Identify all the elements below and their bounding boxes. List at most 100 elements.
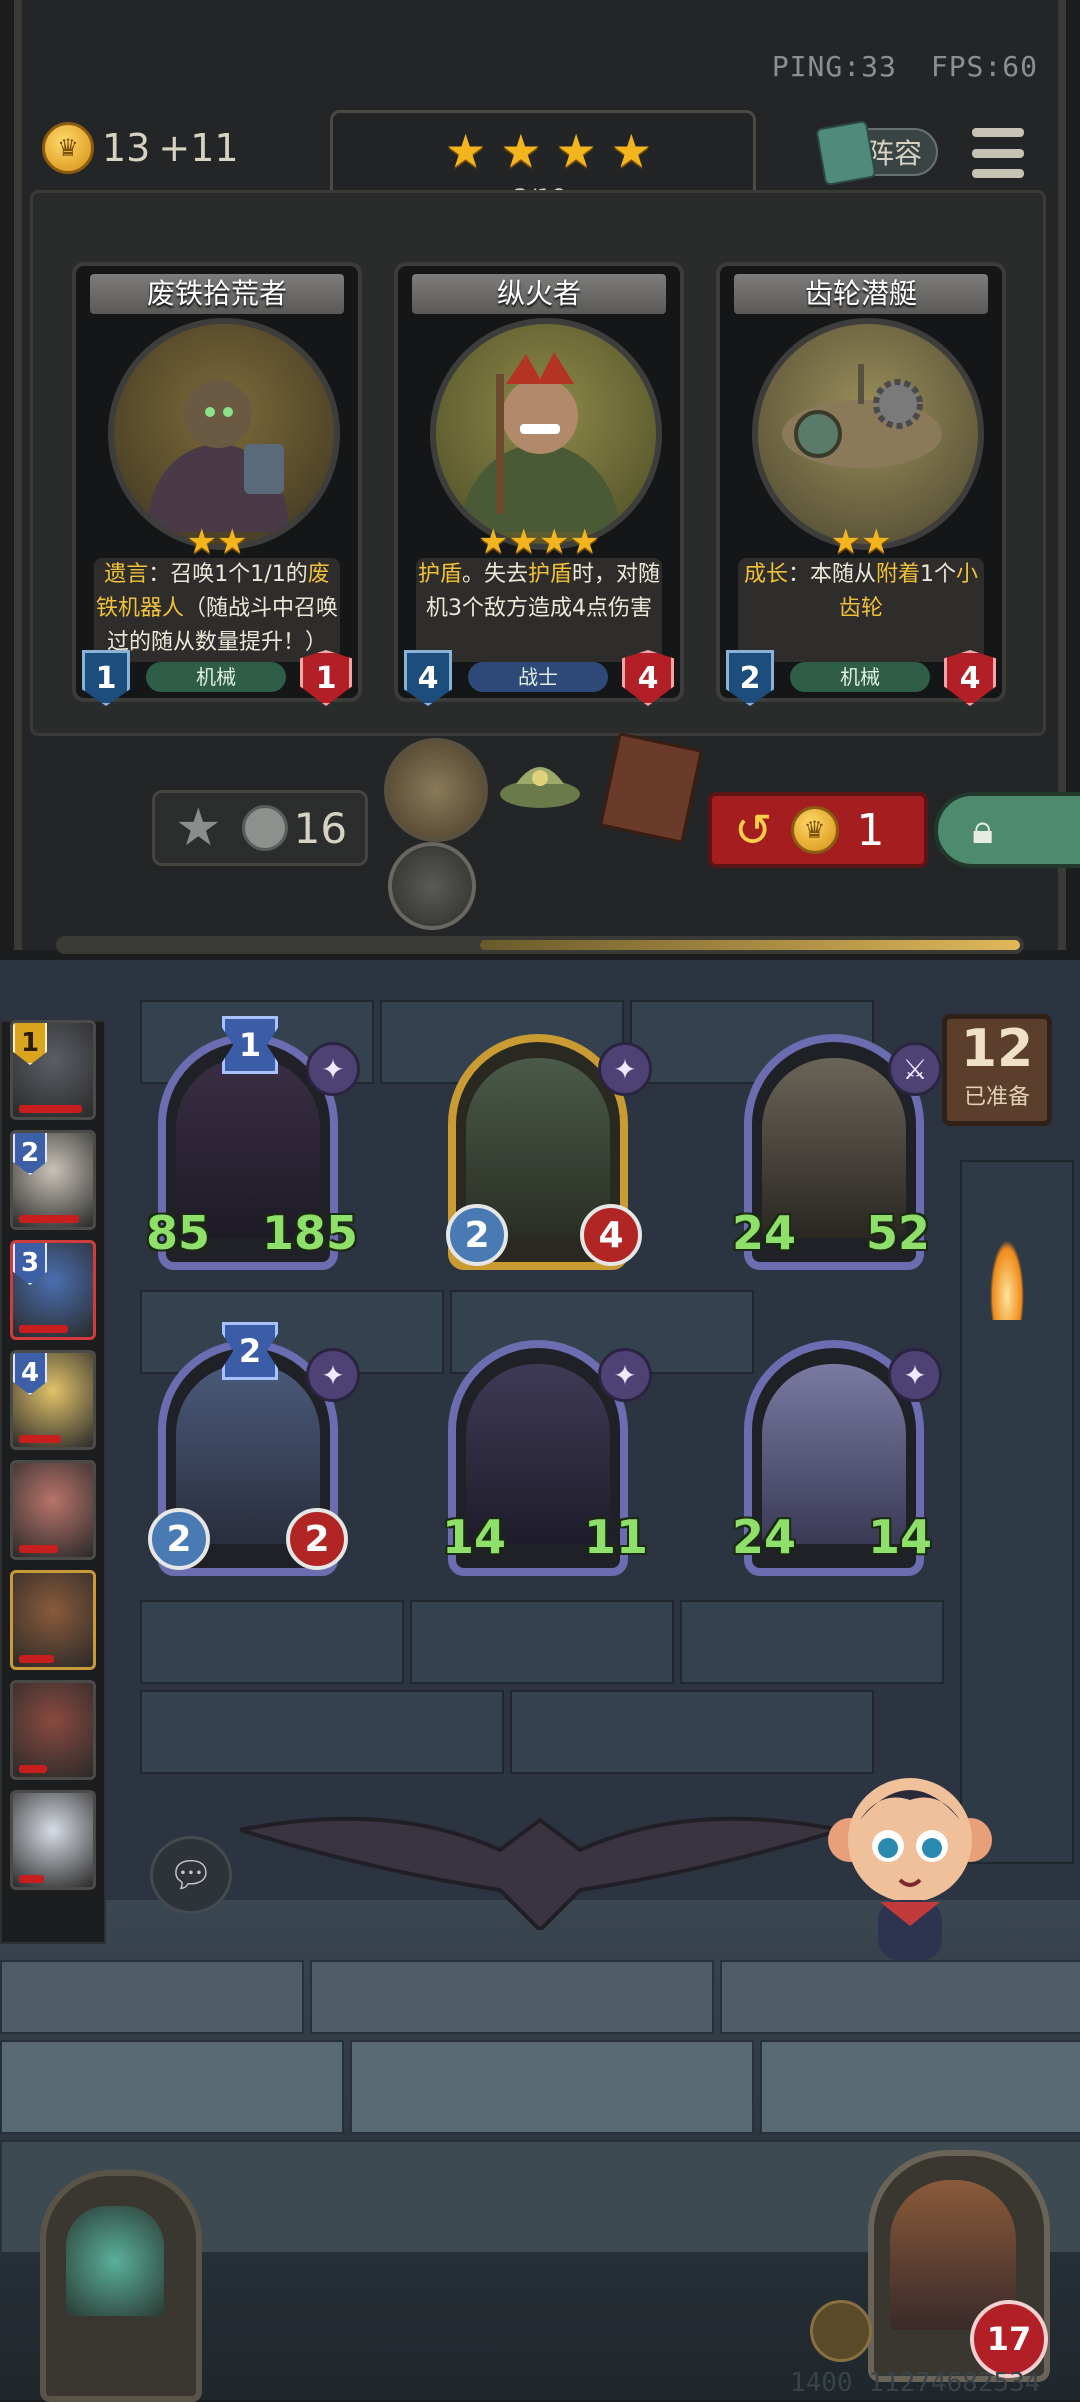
- gold-amount: 13: [102, 126, 151, 170]
- tier-star-icon: ★: [500, 124, 542, 178]
- card-star-icon: ★: [478, 522, 509, 562]
- tavern-upgrade-button[interactable]: ★ 16: [152, 790, 368, 866]
- card-health: 4: [944, 650, 996, 706]
- minion-attack: 85: [146, 1206, 211, 1260]
- card-text: 。失去: [461, 562, 528, 587]
- minion-effect-icon: ✦: [306, 1348, 360, 1402]
- card-star-icon: ★: [186, 522, 217, 562]
- minion-health: 185: [262, 1206, 359, 1260]
- card-text: ：召唤1个1/1的: [148, 562, 308, 587]
- ready-count: 12: [960, 1019, 1034, 1079]
- card-description: 成长：本随从附着1个小齿轮: [738, 558, 984, 662]
- hero-ability-icon[interactable]: [810, 2300, 872, 2362]
- cooking-pot-icon[interactable]: [388, 842, 476, 930]
- card-tribe: 战士: [468, 662, 608, 692]
- card-description: 护盾。失去护盾时，对随机3个敌方造成4点伤害: [416, 558, 662, 662]
- card-name: 齿轮潜艇: [734, 274, 988, 314]
- roster-player[interactable]: [10, 1680, 96, 1780]
- mascot-avatar[interactable]: [820, 1750, 1000, 1980]
- lock-shop-button[interactable]: 🔒︎: [934, 792, 1080, 868]
- hero-health: 17: [970, 2300, 1048, 2378]
- pocket-watch-icon[interactable]: [384, 738, 488, 842]
- card-health: 1: [300, 650, 352, 706]
- gold-coin-icon: ♛: [42, 122, 94, 174]
- chat-bubble-icon[interactable]: 💬︎: [150, 1836, 232, 1914]
- card-star-icon: ★: [539, 522, 570, 562]
- refresh-cost: 1: [856, 804, 885, 856]
- card-stars: ★★: [76, 522, 358, 562]
- roster-health-bar: [19, 1765, 47, 1773]
- lineup-book-icon[interactable]: [815, 119, 877, 187]
- sword-effect-icon: ⚔︎: [888, 1042, 942, 1096]
- roster-health-bar: [19, 1875, 44, 1883]
- card-attack: 4: [404, 650, 452, 706]
- session-id: 1400 11274682534: [790, 2368, 1041, 2398]
- roster-rank: 1: [13, 1023, 47, 1065]
- roster-rank: 4: [13, 1353, 47, 1395]
- roster-player[interactable]: [10, 1460, 96, 1560]
- gold-income: +11: [158, 126, 239, 170]
- card-star-icon: ★: [217, 522, 248, 562]
- refresh-icon: ↺: [734, 803, 773, 857]
- minion-health: 52: [866, 1206, 931, 1260]
- card-text: 1个: [920, 562, 957, 587]
- hero-power-frame[interactable]: [40, 2170, 202, 2402]
- card-health: 4: [622, 650, 674, 706]
- menu-icon[interactable]: [972, 128, 1024, 178]
- gold-counter: ♛ 13 +11: [42, 122, 239, 174]
- silver-coin-icon: [241, 805, 288, 851]
- roster-player[interactable]: 2: [10, 1130, 96, 1230]
- minion-health: 11: [584, 1510, 649, 1564]
- card-attack: 2: [726, 650, 774, 706]
- card-description: 遗言：召唤1个1/1的废铁机器人（随战斗中召唤过的随从数量提升！）: [94, 558, 340, 662]
- minion-attack: 2: [148, 1508, 210, 1570]
- card-keyword: 护盾: [528, 562, 573, 587]
- card-star-icon: ★: [830, 522, 861, 562]
- lock-icon: 🔒︎: [972, 807, 994, 853]
- roster-health-bar: [19, 1215, 79, 1223]
- shop-card[interactable]: 废铁拾荒者 ★★ 遗言：召唤1个1/1的废铁机器人（随战斗中召唤过的随从数量提升…: [72, 262, 362, 706]
- card-keyword: 护盾: [417, 562, 462, 587]
- minion-health: 2: [286, 1508, 348, 1570]
- card-stars: ★★★★: [398, 522, 680, 562]
- herb-bundle-icon[interactable]: [496, 754, 584, 814]
- shop-card[interactable]: 齿轮潜艇 ★★ 成长：本随从附着1个小齿轮 机械 2 4: [716, 262, 1006, 706]
- card-star-icon: ★: [508, 522, 539, 562]
- fps-text: FPS:60: [930, 50, 1038, 83]
- network-status: PING:33 FPS:60: [738, 50, 1038, 83]
- roster-health-bar: [19, 1435, 61, 1443]
- upgrade-cost: 16: [293, 803, 348, 853]
- shop-divider-glow: [480, 940, 1020, 950]
- minion-attack: 24: [732, 1510, 797, 1564]
- refresh-shop-button[interactable]: ↺ ♛ 1: [708, 792, 928, 868]
- roster-player[interactable]: [10, 1790, 96, 1890]
- roster-player[interactable]: 3: [10, 1240, 96, 1340]
- roster-health-bar: [19, 1545, 58, 1553]
- card-attack: 1: [82, 650, 130, 706]
- card-portrait: [430, 318, 662, 550]
- ping-text: PING:33: [771, 50, 897, 83]
- minion-attack: 24: [732, 1206, 797, 1260]
- minion-effect-icon: ✦: [598, 1348, 652, 1402]
- card-keyword: 附着: [876, 562, 921, 587]
- roster-health-bar: [19, 1325, 68, 1333]
- hero-power-art: [66, 2206, 164, 2316]
- minion-effect-icon: ✦: [306, 1042, 360, 1096]
- card-portrait: [752, 318, 984, 550]
- card-tribe: 机械: [790, 662, 930, 692]
- bat-ornament-icon: [239, 1790, 841, 1933]
- gold-coin-icon: ♛: [790, 806, 839, 854]
- tier-star-icon: ★: [445, 124, 487, 178]
- minion-attack: 2: [446, 1204, 508, 1266]
- roster-player[interactable]: 4: [10, 1350, 96, 1450]
- card-keyword: 遗言: [104, 562, 149, 587]
- shop-card[interactable]: 纵火者 ★★★★ 护盾。失去护盾时，对随机3个敌方造成4点伤害 战士 4 4: [394, 262, 684, 706]
- ready-counter: 12 已准备: [942, 1014, 1052, 1126]
- roster-rank: 2: [13, 1133, 47, 1175]
- minion-health: 4: [580, 1204, 642, 1266]
- roster-player[interactable]: 1: [10, 1020, 96, 1120]
- card-name: 纵火者: [412, 274, 666, 314]
- card-tribe: 机械: [146, 662, 286, 692]
- minion-attack: 14: [442, 1510, 507, 1564]
- roster-player[interactable]: [10, 1570, 96, 1670]
